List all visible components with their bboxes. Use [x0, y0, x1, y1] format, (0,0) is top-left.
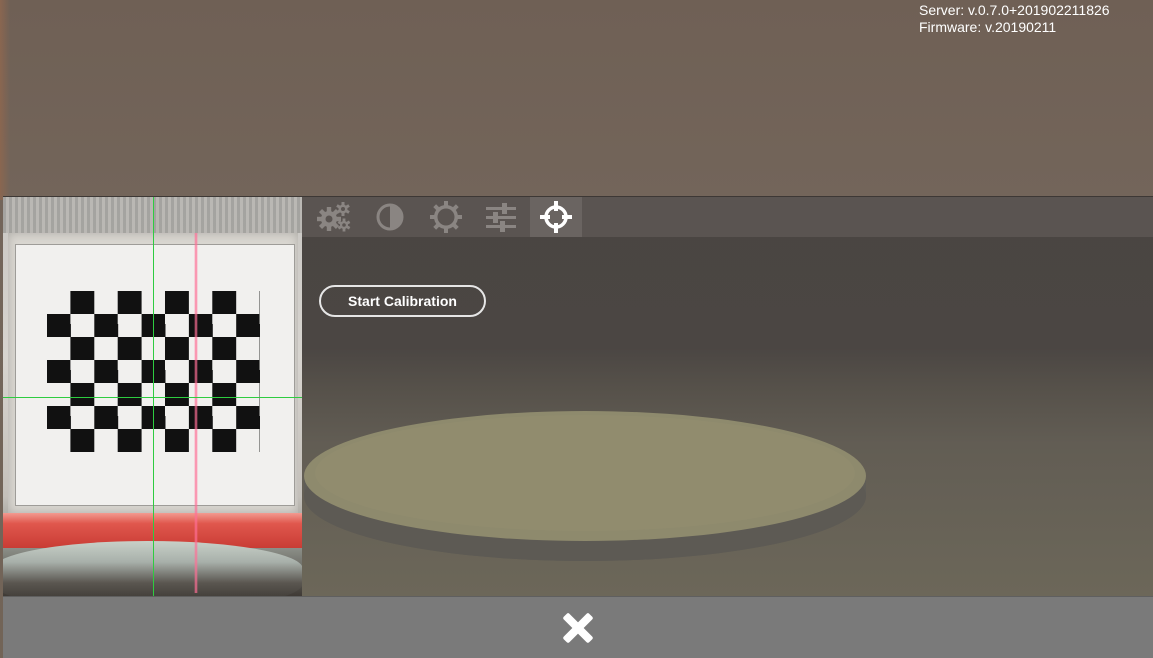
horizontal-guide-line: [3, 397, 302, 398]
panel-footer: [3, 596, 1153, 658]
tab-brightness[interactable]: [420, 197, 472, 237]
sliders-icon: [486, 203, 516, 232]
settings-tabbar: [302, 197, 1153, 237]
panel-body: Start Calibration: [3, 196, 1153, 596]
tab-adjustments[interactable]: [475, 197, 527, 237]
version-info: Server: v.0.7.0+201902211826 Firmware: v…: [919, 2, 1110, 36]
crosshair-icon: [540, 201, 572, 233]
tab-settings[interactable]: [308, 197, 360, 237]
gears-icon: [317, 202, 351, 232]
contrast-icon: [376, 203, 404, 231]
scanner-control-panel: Start Calibration: [3, 196, 1153, 658]
server-version: Server: v.0.7.0+201902211826: [919, 2, 1110, 18]
tab-calibration[interactable]: [530, 197, 582, 237]
tab-contrast[interactable]: [364, 197, 416, 237]
firmware-version: Firmware: v.20190211: [919, 19, 1057, 35]
camera-preview: [3, 197, 302, 596]
viewer-background: Server: v.0.7.0+201902211826 Firmware: v…: [0, 0, 1153, 658]
laser-line: [194, 233, 198, 593]
turntable-3d: [304, 411, 866, 561]
start-calibration-button[interactable]: Start Calibration: [319, 285, 486, 317]
close-button[interactable]: [558, 608, 598, 648]
close-icon: [563, 613, 593, 643]
brightness-icon: [430, 201, 462, 233]
